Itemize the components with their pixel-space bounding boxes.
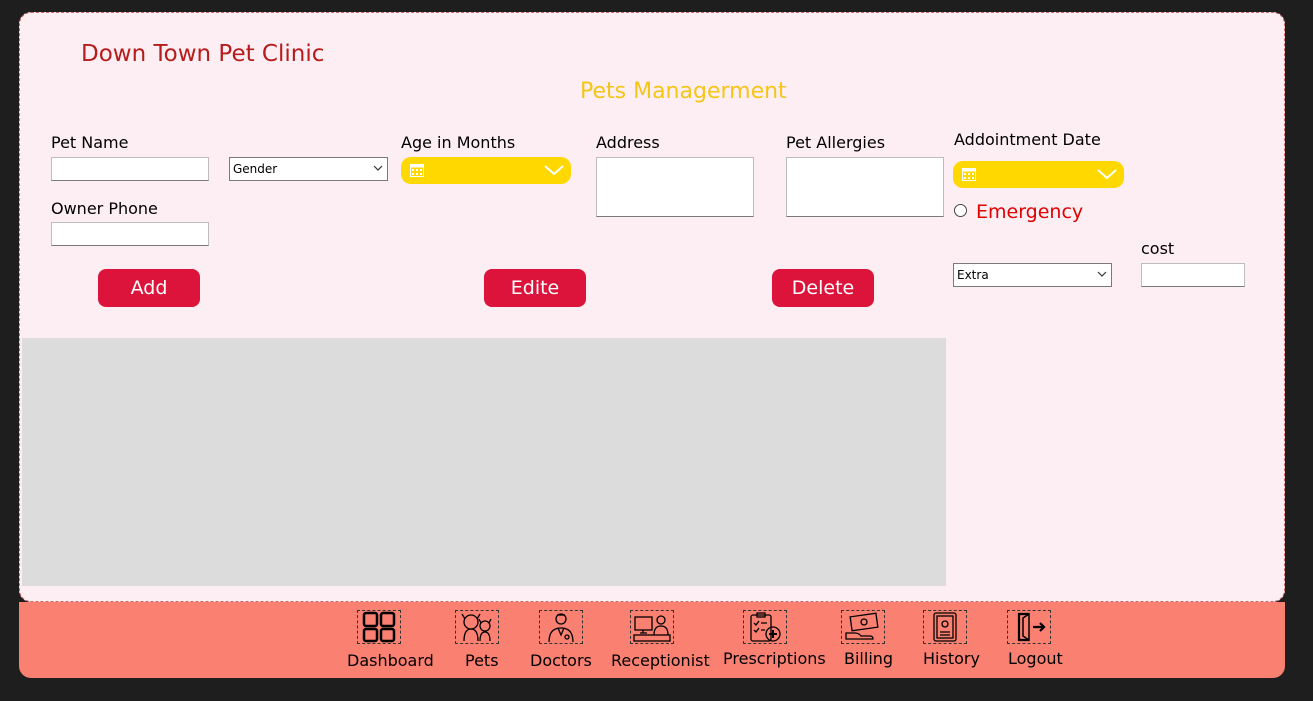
nav-receptionist[interactable]: Receptionist: [609, 602, 710, 678]
emergency-label: Emergency: [976, 201, 1084, 223]
nav-label-history: History: [923, 649, 980, 668]
appointment-date-picker[interactable]: [953, 161, 1124, 188]
pets-data-grid[interactable]: [22, 338, 946, 586]
bottom-nav: Dashboard Pets Doctors Receptionist Pres…: [19, 602, 1285, 678]
nav-label-pets: Pets: [465, 651, 499, 670]
appointment-label: Addointment Date: [954, 130, 1101, 149]
nav-label-receptionist: Receptionist: [611, 651, 710, 670]
chevron-down-icon: [1097, 265, 1107, 288]
cost-label: cost: [1141, 239, 1175, 258]
nav-label-prescriptions: Prescriptions: [723, 649, 826, 668]
nav-prescriptions[interactable]: Prescriptions: [719, 602, 826, 678]
nav-dashboard[interactable]: Dashboard: [339, 602, 435, 678]
address-label: Address: [596, 133, 660, 152]
calendar-icon: [410, 164, 424, 177]
cost-input[interactable]: [1141, 263, 1245, 287]
pet-name-input[interactable]: [51, 157, 209, 181]
billing-icon: [841, 610, 885, 644]
pet-name-label: Pet Name: [51, 133, 129, 152]
age-label: Age in Months: [401, 133, 516, 152]
address-input[interactable]: [596, 157, 754, 217]
edit-button[interactable]: Edite: [484, 269, 586, 307]
prescription-icon: [743, 610, 787, 644]
nav-billing[interactable]: Billing: [837, 602, 897, 678]
age-date-picker[interactable]: [401, 157, 571, 184]
extra-select[interactable]: Extra: [953, 263, 1112, 287]
section-title: Pets Managerment: [580, 79, 787, 104]
main-panel: Down Town Pet Clinic Pets Managerment Pe…: [19, 12, 1285, 602]
nav-history[interactable]: History: [919, 602, 981, 678]
chevron-down-icon: [373, 159, 383, 182]
owner-phone-label: Owner Phone: [51, 199, 158, 218]
logout-icon: [1007, 610, 1051, 644]
nav-logout[interactable]: Logout: [1003, 602, 1063, 678]
allergies-label: Pet Allergies: [786, 133, 886, 152]
clinic-title: Down Town Pet Clinic: [81, 41, 325, 67]
extra-select-value: Extra: [957, 268, 989, 282]
nav-doctors[interactable]: Doctors: [527, 602, 595, 678]
calendar-icon: [962, 168, 976, 181]
chevron-down-icon: [1097, 169, 1117, 180]
doctor-icon: [539, 610, 583, 644]
allergies-input[interactable]: [786, 157, 944, 217]
nav-label-dashboard: Dashboard: [347, 651, 434, 670]
nav-pets[interactable]: Pets: [449, 602, 513, 678]
nav-label-doctors: Doctors: [530, 651, 592, 670]
nav-label-logout: Logout: [1008, 649, 1063, 668]
chevron-down-icon: [544, 165, 564, 176]
history-icon: [923, 610, 967, 644]
delete-button[interactable]: Delete: [772, 269, 874, 307]
dashboard-icon: [357, 610, 401, 644]
gender-select[interactable]: Gender: [229, 157, 388, 181]
pets-icon: [455, 610, 499, 644]
receptionist-icon: [630, 610, 674, 644]
add-button[interactable]: Add: [98, 269, 200, 307]
gender-select-value: Gender: [233, 162, 278, 176]
emergency-radio[interactable]: [954, 204, 967, 217]
owner-phone-input[interactable]: [51, 222, 209, 246]
nav-label-billing: Billing: [844, 649, 894, 668]
